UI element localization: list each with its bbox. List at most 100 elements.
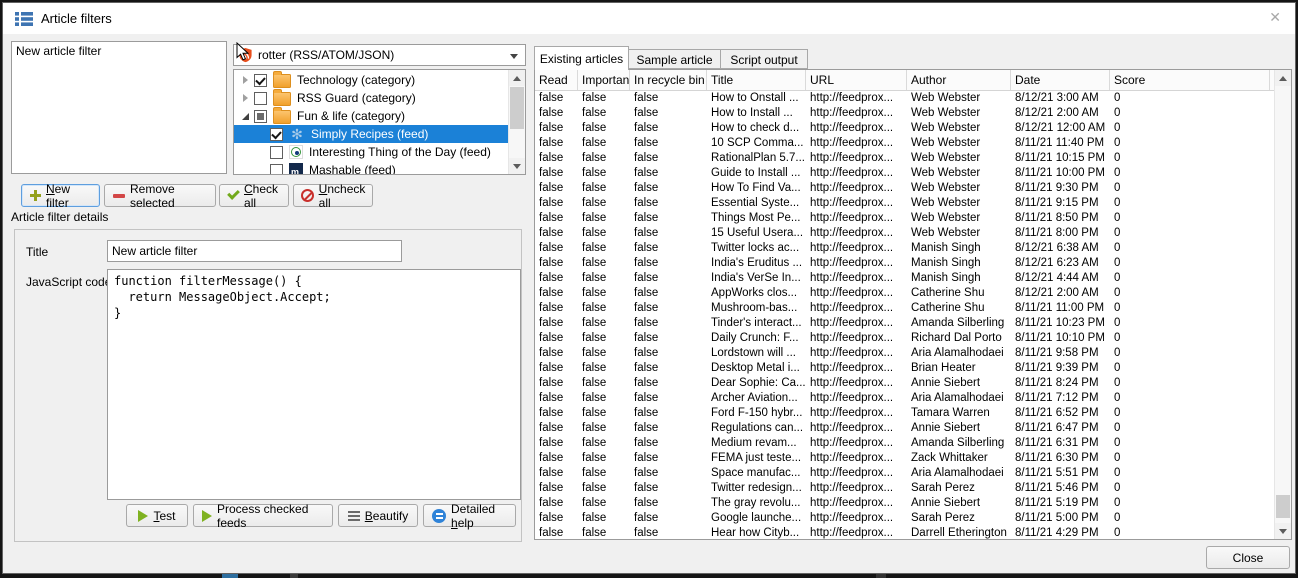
article-row[interactable]: falsefalsefalseHow to Install ...http://…	[535, 106, 1274, 121]
tree-checkbox[interactable]	[254, 92, 267, 105]
tree-checkbox[interactable]	[270, 146, 283, 159]
expander-closed-icon[interactable]	[236, 94, 254, 102]
scroll-down-icon[interactable]	[509, 158, 525, 174]
article-row[interactable]: falsefalsefalseTwitter locks ac...http:/…	[535, 241, 1274, 256]
detailed-help-button[interactable]: Detailed help	[423, 504, 516, 527]
process-checked-feeds-button[interactable]: Process checked feeds	[193, 504, 333, 527]
tree-scrollbar-thumb[interactable]	[510, 87, 524, 129]
column-header-score[interactable]: Score	[1110, 70, 1270, 90]
remove-selected-button[interactable]: Remove selected	[104, 184, 216, 207]
account-combo[interactable]: rotter (RSS/ATOM/JSON)	[233, 44, 526, 66]
article-row[interactable]: falsefalsefalseDaily Crunch: F...http://…	[535, 331, 1274, 346]
tree-item[interactable]: Interesting Thing of the Day (feed)	[234, 143, 508, 161]
cell-in-recycle-bin: false	[630, 466, 707, 481]
article-row[interactable]: falsefalsefalseFEMA just teste...http://…	[535, 451, 1274, 466]
article-row[interactable]: falsefalsefalseMedium revam...http://fee…	[535, 436, 1274, 451]
article-row[interactable]: falsefalsefalseMushroom-bas...http://fee…	[535, 301, 1274, 316]
article-row[interactable]: falsefalsefalseThe gray revolu...http://…	[535, 496, 1274, 511]
article-row[interactable]: falsefalsefalseTinder's interact...http:…	[535, 316, 1274, 331]
cell-author: Sarah Perez	[907, 511, 1011, 526]
tree-checkbox[interactable]	[270, 164, 283, 175]
column-header-important[interactable]: Important	[578, 70, 630, 90]
column-header-in-recycle-bin[interactable]: In recycle bin	[630, 70, 707, 90]
article-row[interactable]: falsefalsefalseHow to check d...http://f…	[535, 121, 1274, 136]
article-row[interactable]: falsefalsefalseSpace manufac...http://fe…	[535, 466, 1274, 481]
cell-important: false	[578, 271, 630, 286]
tab-script-output[interactable]: Script output	[720, 49, 808, 69]
article-row[interactable]: falsefalsefalseFord F-150 hybr...http://…	[535, 406, 1274, 421]
tree-scrollbar[interactable]	[508, 70, 525, 174]
cell-url: http://feedprox...	[806, 346, 907, 361]
cell-url: http://feedprox...	[806, 181, 907, 196]
cell-score: 0	[1110, 166, 1270, 181]
test-button[interactable]: Test	[126, 504, 188, 527]
cell-title: Archer Aviation...	[707, 391, 806, 406]
article-row[interactable]: falsefalsefalseHear how Cityb...http://f…	[535, 526, 1274, 539]
title-input[interactable]	[107, 240, 402, 262]
column-header-title[interactable]: Title	[707, 70, 806, 90]
article-row[interactable]: falsefalsefalseDesktop Metal i...http://…	[535, 361, 1274, 376]
cell-title: Medium revam...	[707, 436, 806, 451]
tree-item[interactable]: Fun & life (category)	[234, 107, 508, 125]
tree-item[interactable]: Mashable (feed)	[234, 161, 508, 174]
tab-sample-article[interactable]: Sample article	[628, 49, 721, 69]
uncheck-all-button[interactable]: Uncheck all	[293, 184, 373, 207]
article-row[interactable]: falsefalsefalseRationalPlan 5.7...http:/…	[535, 151, 1274, 166]
article-row[interactable]: falsefalsefalseIndia's Eruditus ...http:…	[535, 256, 1274, 271]
tree-item[interactable]: Technology (category)	[234, 71, 508, 89]
article-row[interactable]: falsefalsefalseRegulations can...http://…	[535, 421, 1274, 436]
javascript-code-editor[interactable]: function filterMessage() { return Messag…	[107, 269, 521, 500]
article-row[interactable]: falsefalsefalseGoogle launche...http://f…	[535, 511, 1274, 526]
article-row[interactable]: falsefalsefalseArcher Aviation...http://…	[535, 391, 1274, 406]
tab-existing-articles[interactable]: Existing articles	[534, 46, 629, 70]
article-row[interactable]: falsefalsefalseAppWorks clos...http://fe…	[535, 286, 1274, 301]
filter-list[interactable]: New article filter	[11, 41, 227, 174]
close-button[interactable]: Close	[1206, 546, 1290, 569]
article-row[interactable]: falsefalsefalseEssential Syste...http://…	[535, 196, 1274, 211]
cell-author: Annie Siebert	[907, 421, 1011, 436]
column-header-author[interactable]: Author	[907, 70, 1011, 90]
column-header-read[interactable]: Read	[535, 70, 578, 90]
tree-checkbox[interactable]	[254, 74, 267, 87]
check-all-button[interactable]: Check all	[219, 184, 289, 207]
table-scrollbar[interactable]	[1274, 70, 1291, 539]
cell-read: false	[535, 196, 578, 211]
article-row[interactable]: falsefalsefalseDear Sophie: Ca...http://…	[535, 376, 1274, 391]
cell-important: false	[578, 391, 630, 406]
article-row[interactable]: falsefalsefalseHow To Find Va...http://f…	[535, 181, 1274, 196]
cell-author: Web Webster	[907, 181, 1011, 196]
expander-open-icon[interactable]	[236, 113, 254, 120]
article-row[interactable]: falsefalsefalse10 SCP Comma...http://fee…	[535, 136, 1274, 151]
article-row[interactable]: falsefalsefalseGuide to Install ...http:…	[535, 166, 1274, 181]
tree-item[interactable]: RSS Guard (category)	[234, 89, 508, 107]
beautify-button[interactable]: Beautify	[338, 504, 418, 527]
article-row[interactable]: falsefalsefalseIndia's VerSe In...http:/…	[535, 271, 1274, 286]
article-row[interactable]: falsefalsefalseTwitter redesign...http:/…	[535, 481, 1274, 496]
filter-list-item[interactable]: New article filter	[12, 42, 226, 60]
scroll-down-icon[interactable]	[1275, 523, 1291, 539]
cell-score: 0	[1110, 496, 1270, 511]
column-header-url[interactable]: URL	[806, 70, 907, 90]
article-row[interactable]: falsefalsefalseLordstown will ...http://…	[535, 346, 1274, 361]
scroll-up-icon[interactable]	[1275, 70, 1291, 86]
tree-item[interactable]: ✻Simply Recipes (feed)	[234, 125, 508, 143]
expander-closed-icon[interactable]	[236, 76, 254, 84]
close-icon[interactable]: ✕	[1269, 10, 1281, 24]
cell-read: false	[535, 361, 578, 376]
feed-tree[interactable]: Technology (category)RSS Guard (category…	[233, 69, 526, 175]
column-header-date[interactable]: Date	[1011, 70, 1110, 90]
tree-checkbox[interactable]	[270, 128, 283, 141]
article-row[interactable]: falsefalsefalse15 Useful Usera...http://…	[535, 226, 1274, 241]
tree-checkbox[interactable]	[254, 110, 267, 123]
cell-title: 15 Useful Usera...	[707, 226, 806, 241]
table-scrollbar-thumb[interactable]	[1276, 495, 1290, 518]
cell-url: http://feedprox...	[806, 421, 907, 436]
new-filter-button[interactable]: New filter	[21, 184, 100, 207]
tree-item-label: Interesting Thing of the Day (feed)	[309, 145, 491, 159]
article-row[interactable]: falsefalsefalseThings Most Pe...http://f…	[535, 211, 1274, 226]
cell-date: 8/12/21 6:23 AM	[1011, 256, 1110, 271]
article-row[interactable]: falsefalsefalseHow to Onstall ...http://…	[535, 91, 1274, 106]
cell-author: Catherine Shu	[907, 301, 1011, 316]
cell-read: false	[535, 466, 578, 481]
scroll-up-icon[interactable]	[509, 70, 525, 86]
